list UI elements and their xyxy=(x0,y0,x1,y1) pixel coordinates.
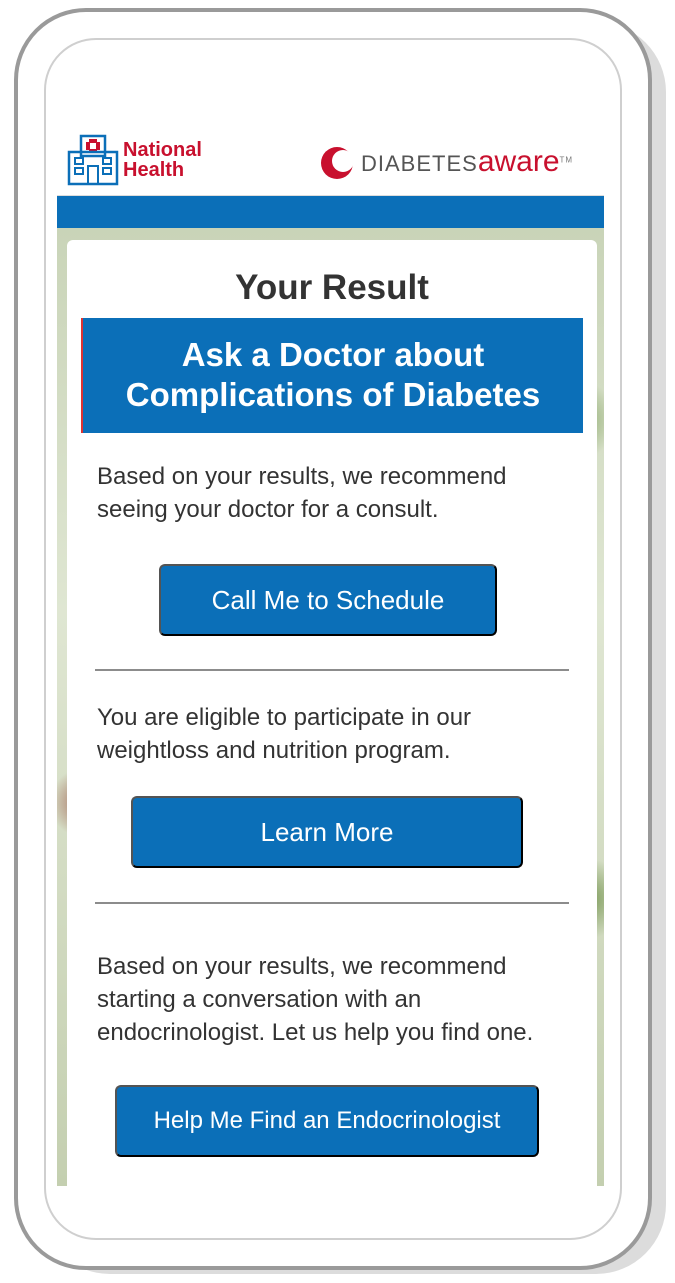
phone-screen: National Health DIABETESawareTM Your Res… xyxy=(57,128,604,1186)
nh-line1: National xyxy=(123,139,202,161)
header-accent-bar xyxy=(57,196,604,228)
app-header: National Health DIABETESawareTM xyxy=(57,128,604,196)
da-trademark: TM xyxy=(559,155,574,165)
da-brand-part1: DIABETES xyxy=(361,151,478,176)
banner-line2: Complications of Diabetes xyxy=(125,376,541,413)
section-1-text: Based on your results, we recommend seei… xyxy=(97,463,507,523)
call-me-to-schedule-button[interactable]: Call Me to Schedule xyxy=(159,564,497,636)
hospital-icon xyxy=(67,134,119,186)
learn-more-button[interactable]: Learn More xyxy=(131,796,523,868)
divider-1 xyxy=(95,669,569,671)
banner-line1: Ask a Doctor about xyxy=(181,336,485,373)
help-me-find-endocrinologist-button[interactable]: Help Me Find an Endocrinologist xyxy=(115,1085,539,1157)
da-brand-part2: aware xyxy=(477,145,560,178)
page-title: Your Result xyxy=(235,268,429,307)
diabetes-aware-logo-icon xyxy=(321,147,354,179)
national-health-wordmark: National Health xyxy=(123,140,202,180)
result-card: Your Result Ask a Doctor about Complicat… xyxy=(67,240,597,1186)
diabetes-aware-wordmark: DIABETESawareTM xyxy=(361,145,573,179)
section-2-text: You are eligible to participate in our w… xyxy=(97,704,472,764)
result-banner: Ask a Doctor about Complications of Diab… xyxy=(81,318,583,433)
section-3-text: Based on your results, we recommend star… xyxy=(97,953,534,1046)
divider-2 xyxy=(95,902,569,904)
nh-line2: Health xyxy=(123,159,185,181)
